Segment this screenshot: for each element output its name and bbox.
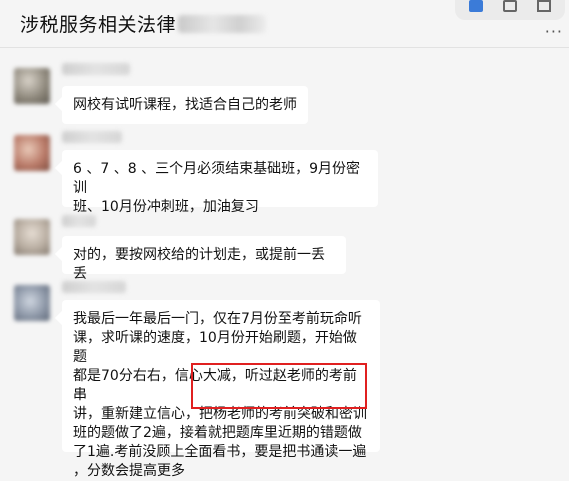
message-text: 班的题做了2遍，接着就把题库里近期的错题做 [73, 425, 362, 441]
more-options-icon[interactable]: ··· [545, 22, 563, 41]
message-text: 网校有试听课程，找适合自己的老师 [73, 97, 297, 113]
message-text: 班、10月份冲刺班，加油复习 [73, 199, 259, 215]
message-text: 都是70分右右，信心大减，听过赵老师的考前串 [73, 368, 357, 403]
sender-name-redaction [62, 131, 122, 143]
maximize-icon[interactable] [537, 0, 551, 12]
message-text: 了1遍.考前没顾上全面看书，要是把书通读一遍 [73, 444, 367, 460]
chat-title: 涉税服务相关法律 [20, 10, 267, 37]
sender-name-redaction [62, 63, 130, 75]
minimize-icon[interactable] [503, 0, 517, 12]
avatar[interactable] [14, 285, 50, 321]
message-bubble[interactable]: 对的，要按网校给的计划走，或提前一丢丢 [62, 236, 346, 282]
message-text: 课，求听课的速度，10月份开始刷题，开始做题 [73, 330, 357, 365]
message-text: 我最后一年最后一门，仅在7月份至考前玩命听 [73, 311, 362, 327]
message-text: 讲，重新建立信心，把杨老师的考前突破和密训 [73, 406, 367, 422]
message-bubble[interactable]: 网校有试听课程，找适合自己的老师 [62, 86, 308, 124]
video-call-icon[interactable] [469, 0, 483, 12]
message-text: 对的，要按网校给的计划走，或提前一丢丢 [73, 247, 325, 282]
title-redaction [178, 15, 267, 33]
message-text: 6 、7 、8 、三个月必须结束基础班，9月份密训 [73, 161, 360, 196]
sender-name-redaction [62, 281, 126, 293]
message-text: ，分数会提高更多 [73, 463, 185, 479]
header-divider [0, 47, 569, 48]
message-bubble[interactable]: 我最后一年最后一门，仅在7月份至考前玩命听 课，求听课的速度，10月份开始刷题，… [62, 300, 380, 479]
sender-name-redaction [62, 215, 96, 227]
chat-title-text: 涉税服务相关法律 [20, 14, 177, 36]
avatar[interactable] [14, 219, 50, 255]
chat-header: 涉税服务相关法律 ··· [0, 0, 569, 48]
header-toolbar [455, 0, 565, 20]
message-bubble[interactable]: 6 、7 、8 、三个月必须结束基础班，9月份密训 班、10月份冲刺班，加油复习 [62, 150, 378, 215]
avatar[interactable] [14, 68, 50, 104]
avatar[interactable] [14, 135, 50, 171]
